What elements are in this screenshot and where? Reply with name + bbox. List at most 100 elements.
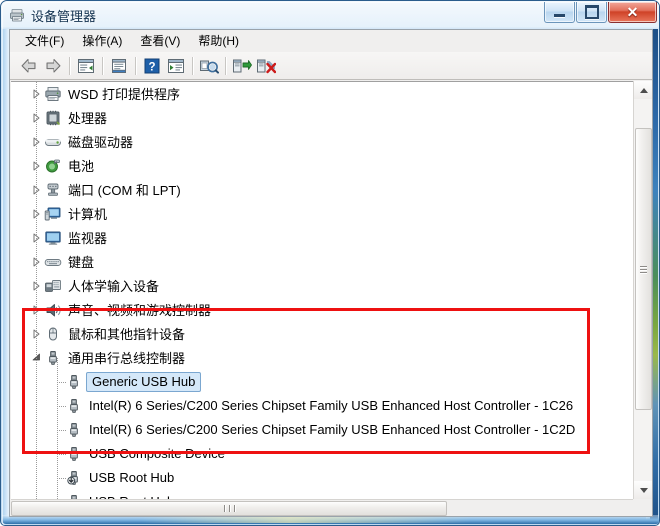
port-icon <box>44 181 62 199</box>
horizontal-scroll-track[interactable] <box>11 499 652 516</box>
tree-row-label: Generic USB Hub <box>86 372 202 392</box>
help-button[interactable]: ? <box>140 54 164 78</box>
toolbar: ? <box>10 52 652 80</box>
tree-row-label: 电池 <box>68 159 95 174</box>
title-bar[interactable]: 设备管理器 ✕ <box>1 1 659 29</box>
close-icon: ✕ <box>626 4 639 20</box>
vertical-scrollbar[interactable] <box>633 81 652 499</box>
horizontal-scroll-thumb[interactable] <box>11 501 447 516</box>
window-controls: ✕ <box>543 2 657 24</box>
scroll-down-button[interactable] <box>634 481 652 499</box>
toolbar-separator-4 <box>192 56 193 75</box>
tree-row[interactable]: 键盘 <box>11 250 633 274</box>
arrow-right-icon <box>46 58 61 72</box>
tree-row[interactable]: 声音、视频和游戏控制器 <box>11 298 633 322</box>
enable-device-button[interactable] <box>230 54 254 78</box>
printer-icon <box>44 85 62 103</box>
help-icon: ? <box>144 58 160 73</box>
tree-row[interactable]: Generic USB Hub <box>11 370 633 394</box>
device-manager-icon <box>9 7 25 23</box>
scan-hardware-changes-button[interactable] <box>164 54 188 78</box>
properties-icon <box>112 58 126 73</box>
tree-row[interactable]: 电池 <box>11 154 633 178</box>
minimize-button[interactable] <box>544 2 575 23</box>
tree-row[interactable]: 监视器 <box>11 226 633 250</box>
tree-row-label: USB Root Hub <box>89 470 175 485</box>
uninstall-device-icon <box>257 59 276 73</box>
tree-row-label: 声音、视频和游戏控制器 <box>68 303 212 318</box>
tree-row-label: WSD 打印提供程序 <box>68 87 180 102</box>
tree-row[interactable]: USB Root Hub <box>11 466 633 490</box>
tree-row-label: 鼠标和其他指针设备 <box>68 327 186 342</box>
menu-bar: 文件(F) 操作(A) 查看(V) 帮助(H) <box>10 30 652 52</box>
window-title: 设备管理器 <box>31 8 97 24</box>
menu-action[interactable]: 操作(A) <box>73 30 131 53</box>
monitor-icon <box>44 229 62 247</box>
tree-row-label: USB Composite Device <box>89 446 225 461</box>
toolbar-separator-2 <box>102 56 103 75</box>
tree-row-label: 磁盘驱动器 <box>68 135 134 150</box>
computer-icon <box>44 205 62 223</box>
arrow-left-icon <box>21 58 36 72</box>
device-tree: WSD 打印提供程序 处理器 磁盘驱动器 电池 端口 (COM 和 LPT) 计… <box>11 82 633 499</box>
tree-row-label: 端口 (COM 和 LPT) <box>68 183 181 198</box>
back-button[interactable] <box>17 54 41 78</box>
tree-row-label: 计算机 <box>68 207 108 222</box>
usb-hub-arrow-icon <box>65 469 83 487</box>
tree-row[interactable]: 通用串行总线控制器 <box>11 346 633 370</box>
forward-button[interactable] <box>41 54 65 78</box>
tree-row[interactable]: 处理器 <box>11 106 633 130</box>
properties-button[interactable] <box>107 54 131 78</box>
tree-row[interactable]: 端口 (COM 和 LPT) <box>11 178 633 202</box>
mouse-icon <box>44 325 62 343</box>
vertical-scroll-thumb[interactable] <box>635 128 652 410</box>
disk-drive-icon <box>44 133 62 151</box>
usb-icon <box>65 397 83 415</box>
device-tree-viewport[interactable]: WSD 打印提供程序 处理器 磁盘驱动器 电池 端口 (COM 和 LPT) 计… <box>11 81 633 499</box>
tree-row[interactable]: 磁盘驱动器 <box>11 130 633 154</box>
uninstall-device-button[interactable] <box>254 54 278 78</box>
tree-connector-stub <box>57 478 66 479</box>
maximize-button[interactable] <box>576 2 607 23</box>
window-frame-left-edge <box>2 29 9 523</box>
tree-row[interactable]: WSD 打印提供程序 <box>11 82 633 106</box>
tree-row-label: 通用串行总线控制器 <box>68 351 186 366</box>
usb-icon <box>65 445 83 463</box>
tree-connector-stub <box>57 382 66 383</box>
device-manager-window: 设备管理器 ✕ 文件(F) 操作(A) 查看(V) 帮助(H) ? WSD 打印… <box>0 0 660 526</box>
close-button[interactable]: ✕ <box>608 2 657 23</box>
show-hide-tree-button[interactable] <box>74 54 98 78</box>
toolbar-separator-5 <box>225 56 226 75</box>
scrollbar-corner <box>633 499 652 516</box>
tree-row[interactable]: Intel(R) 6 Series/C200 Series Chipset Fa… <box>11 394 633 418</box>
tree-connector-stub <box>57 430 66 431</box>
maximize-icon <box>584 5 599 19</box>
usb-icon <box>44 349 62 367</box>
window-frame-bottom-sheen <box>141 516 471 523</box>
tree-row[interactable]: USB Root Hub <box>11 490 633 499</box>
tree-row[interactable]: USB Composite Device <box>11 442 633 466</box>
menu-help[interactable]: 帮助(H) <box>189 30 248 53</box>
scroll-thumb-grip <box>640 264 647 275</box>
tree-row[interactable]: 鼠标和其他指针设备 <box>11 322 633 346</box>
tree-row-label: 键盘 <box>68 255 95 270</box>
menu-file[interactable]: 文件(F) <box>16 30 73 53</box>
horizontal-scrollbar[interactable] <box>11 499 652 516</box>
tree-row-label: 人体学输入设备 <box>68 279 160 294</box>
client-area: 文件(F) 操作(A) 查看(V) 帮助(H) ? WSD 打印提供程序 处理器… <box>9 29 653 517</box>
tree-row[interactable]: 计算机 <box>11 202 633 226</box>
tree-row[interactable]: 人体学输入设备 <box>11 274 633 298</box>
keyboard-icon <box>44 253 62 271</box>
hid-icon <box>44 277 62 295</box>
scroll-down-arrow-icon <box>639 487 648 493</box>
update-driver-button[interactable] <box>197 54 221 78</box>
sound-icon <box>44 301 62 319</box>
tree-row[interactable]: Intel(R) 6 Series/C200 Series Chipset Fa… <box>11 418 633 442</box>
toolbar-separator-1 <box>69 56 70 75</box>
enable-device-icon <box>233 59 252 72</box>
tree-panel: WSD 打印提供程序 处理器 磁盘驱动器 电池 端口 (COM 和 LPT) 计… <box>11 81 652 516</box>
menu-view[interactable]: 查看(V) <box>131 30 189 53</box>
battery-icon <box>44 157 62 175</box>
update-driver-icon <box>200 60 219 74</box>
scroll-up-button[interactable] <box>634 81 652 99</box>
